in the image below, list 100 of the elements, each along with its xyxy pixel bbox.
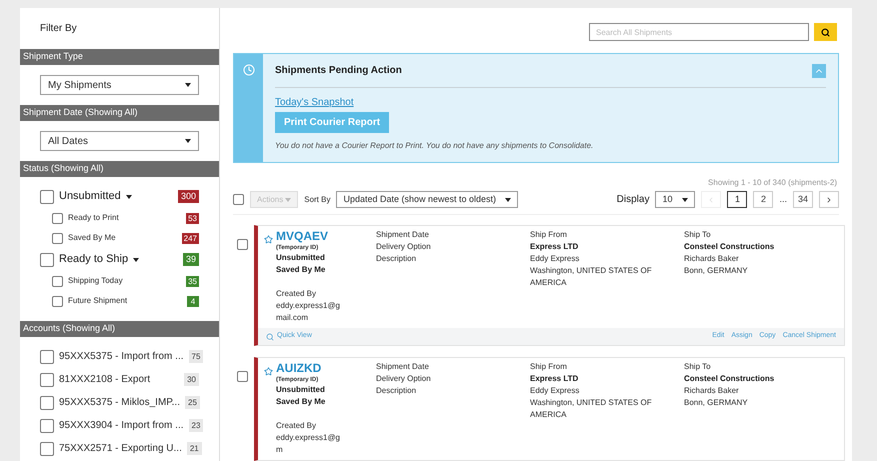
checkbox[interactable] — [233, 194, 244, 205]
detail-label: Description — [376, 385, 418, 397]
company-name: Consteel Constructions — [684, 241, 776, 253]
count-badge: 25 — [185, 396, 200, 409]
count-badge: 300 — [178, 190, 199, 203]
section-header: Accounts (Showing All) — [20, 321, 219, 337]
detail-label: Delivery Option — [376, 241, 432, 253]
created-by-email: eddy.express1@gmail.com — [276, 300, 342, 324]
pending-note: You do not have a Courier Report to Print. You do not have any shipments to Consolidate. — [275, 140, 594, 152]
detail-label: Description — [376, 253, 418, 265]
count-badge: 75 — [188, 350, 204, 363]
caret-icon — [185, 139, 191, 143]
display-dropdown[interactable]: 10 — [655, 191, 696, 208]
account-label[interactable]: 95XXX5375 - Miklos_IMP... — [59, 395, 180, 410]
checkbox[interactable] — [40, 350, 54, 364]
caret-icon — [505, 198, 512, 202]
count-badge: 53 — [186, 212, 199, 224]
section-header: Status (Showing All) — [20, 161, 219, 177]
status-text: Unsubmitted — [276, 384, 326, 396]
caret-icon — [185, 83, 191, 87]
count-badge: 4 — [187, 296, 199, 306]
search-field[interactable]: Search All Shipments — [589, 23, 809, 41]
checkbox[interactable] — [40, 442, 54, 456]
address-line: Eddy Express — [530, 253, 580, 265]
address-label: Ship To — [684, 229, 712, 241]
checkbox[interactable] — [40, 372, 54, 386]
caret-icon — [682, 198, 688, 202]
address-line: Bonn, GERMANY — [684, 265, 749, 277]
page-ellipsis: ... — [779, 192, 787, 206]
status-label[interactable]: Unsubmitted — [59, 188, 121, 205]
saved-text: Saved By Me — [276, 264, 326, 276]
address-line: Washington, UNITED STATES OF AMERICA — [530, 265, 653, 289]
page-button[interactable]: 1 — [727, 191, 748, 208]
panel-title: Shipments Pending Action — [275, 64, 402, 78]
created-label: Created By — [276, 420, 318, 432]
section-header: Shipment Type — [20, 49, 219, 65]
chevron-right-icon — [825, 196, 833, 204]
count-badge: 39 — [182, 253, 199, 266]
star-icon[interactable] — [264, 367, 273, 376]
created-by-email: eddy.express1@gm — [276, 432, 342, 456]
results-count: Showing 1 - 10 of 340 (shipments-2) — [708, 177, 838, 189]
count-badge: 23 — [188, 419, 204, 432]
search-icon — [821, 28, 830, 36]
detail-label: Delivery Option — [376, 373, 432, 385]
count-badge: 30 — [184, 373, 199, 386]
shipment-id-link[interactable]: MVQAEV — [276, 229, 346, 244]
address-line: Richards Baker — [684, 253, 740, 265]
detail-label: Shipment Date — [376, 361, 430, 373]
account-label[interactable]: 95XXX3904 - Import from ... — [59, 418, 184, 433]
checkbox[interactable] — [52, 232, 63, 244]
status-label[interactable]: Future Shipment — [68, 295, 128, 307]
address-label: Ship To — [684, 361, 712, 373]
caret-icon — [285, 198, 292, 202]
address-line: Bonn, GERMANY — [684, 397, 749, 409]
page-button[interactable]: 2 — [753, 191, 774, 208]
account-label[interactable]: 95XXX5375 - Import from ... — [59, 349, 184, 364]
display-label: Display — [616, 193, 650, 207]
caret-icon — [133, 258, 140, 262]
detail-label: Shipment Date — [376, 229, 430, 241]
status-label[interactable]: Ready to Ship — [59, 251, 128, 268]
dropdown[interactable]: All Dates — [40, 131, 199, 151]
checkbox[interactable] — [40, 252, 54, 266]
company-name: Consteel Constructions — [684, 373, 776, 385]
status-label[interactable]: Ready to Print — [68, 212, 119, 224]
status-label[interactable]: Shipping Today — [68, 275, 123, 287]
search-button[interactable] — [814, 23, 837, 41]
status-text: Unsubmitted — [276, 252, 326, 264]
company-name: Express LTD — [530, 373, 580, 385]
page-button[interactable]: 34 — [792, 191, 813, 208]
count-badge: 21 — [186, 442, 202, 455]
star-icon[interactable] — [264, 235, 273, 244]
dropdown[interactable]: My Shipments — [40, 75, 199, 95]
account-label[interactable]: 75XXX2571 - Exporting U... — [59, 441, 182, 456]
checkbox[interactable] — [40, 190, 54, 204]
address-label: Ship From — [530, 361, 568, 373]
count-badge: 247 — [182, 232, 199, 244]
address-line: Eddy Express — [530, 385, 580, 397]
address-line: Richards Baker — [684, 385, 740, 397]
search-icon — [266, 332, 274, 340]
sidebar-title: Filter By — [39, 22, 78, 36]
account-label[interactable]: 81XXX2108 - Export — [59, 372, 150, 387]
status-label[interactable]: Saved By Me — [68, 232, 116, 244]
created-label: Created By — [276, 288, 318, 300]
checkbox[interactable] — [52, 212, 63, 224]
checkbox[interactable] — [40, 396, 54, 410]
count-badge: 35 — [186, 276, 199, 286]
address-line: Washington, UNITED STATES OF AMERICA — [530, 397, 653, 421]
saved-text: Saved By Me — [276, 396, 326, 408]
section-header: Shipment Date (Showing All) — [20, 105, 219, 121]
checkbox[interactable] — [52, 296, 63, 306]
address-label: Ship From — [530, 229, 568, 241]
checkbox[interactable] — [40, 418, 54, 432]
sort-label: Sort By — [304, 194, 330, 206]
sort-dropdown[interactable]: Updated Date (show newest to oldest) — [336, 191, 518, 208]
checkbox[interactable] — [52, 276, 63, 286]
checkbox[interactable] — [237, 239, 248, 250]
clock-icon — [242, 64, 254, 76]
caret-icon — [126, 194, 132, 198]
shipment-id-link[interactable]: AUIZKD — [276, 361, 346, 376]
checkbox[interactable] — [237, 371, 248, 382]
